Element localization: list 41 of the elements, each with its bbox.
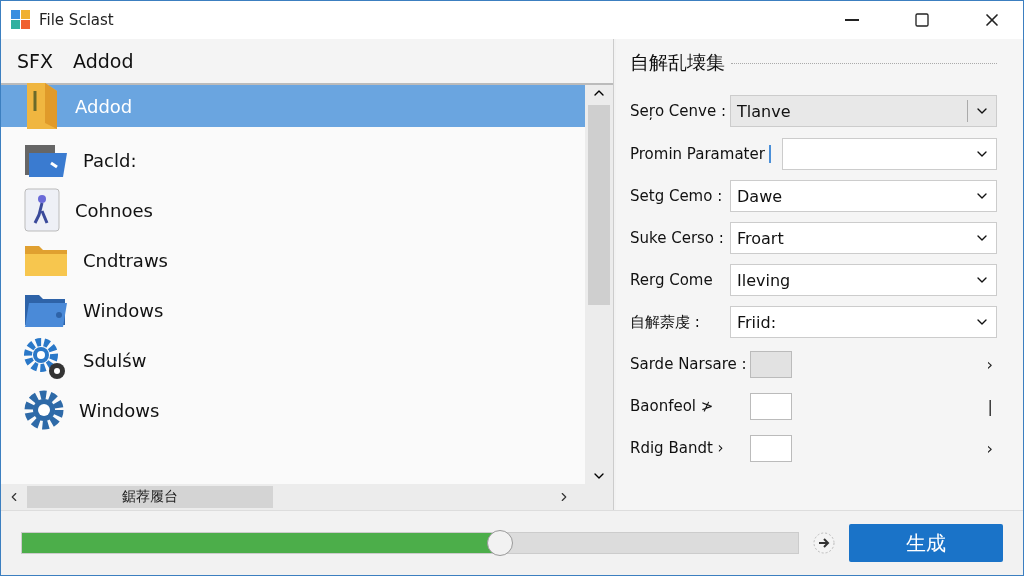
list-item[interactable]: Windows <box>1 385 585 435</box>
dropdown[interactable]: Tlanve <box>730 95 997 127</box>
vertical-scrollbar[interactable] <box>585 85 613 484</box>
list-item[interactable]: Cohnoes <box>1 185 585 235</box>
field-label: Setg Cemo : <box>630 187 724 205</box>
scrollbar-thumb[interactable]: 鋸荐履台 <box>27 486 273 508</box>
dropdown[interactable]: Dawe <box>730 180 997 212</box>
header-text: SFX <box>17 50 53 72</box>
dropdown[interactable] <box>782 138 997 170</box>
field-label: 自解萘虔 : <box>630 312 701 332</box>
panel-title: 自解乱壊集 <box>630 50 725 75</box>
window-title: File Sclast <box>39 11 115 29</box>
dropdown[interactable]: Friid: <box>730 306 997 338</box>
list-item[interactable]: Sdulśw <box>1 335 585 385</box>
minimize-icon <box>845 19 859 21</box>
generate-button[interactable]: 生成 <box>849 524 1003 562</box>
arrow-text[interactable]: | <box>987 396 997 416</box>
field-label: Baonfeol ≯ <box>630 397 715 415</box>
field-label: Suke Cerso : <box>630 229 725 247</box>
input-field[interactable] <box>750 434 792 462</box>
field-label: Promin Paramater <box>630 145 782 163</box>
dropdown[interactable]: Ileving <box>730 264 997 296</box>
list-item[interactable]: Cndtraws <box>1 235 585 285</box>
input-field[interactable] <box>750 392 792 420</box>
person-figure-icon <box>23 187 61 233</box>
maximize-icon <box>914 12 930 28</box>
progress-slider[interactable] <box>21 532 799 554</box>
list-item[interactable]: Windows <box>1 285 585 335</box>
list-item[interactable]: Pacld: <box>1 135 585 185</box>
field-label: Seŗo Cenve : <box>630 102 727 120</box>
arrow-text[interactable]: › <box>986 354 997 374</box>
slider-thumb[interactable] <box>487 530 514 556</box>
app-logo-icon <box>11 10 31 30</box>
header-text: Addod <box>73 50 134 72</box>
arrow-text[interactable]: › <box>986 438 997 458</box>
gear-icon <box>23 389 65 431</box>
dropdown[interactable]: Froart <box>730 222 997 254</box>
input-field[interactable] <box>750 350 792 378</box>
field-label: Rerg Come <box>630 271 714 289</box>
field-label: Sarde Narsare : <box>630 355 748 373</box>
field-label: Rdig Bandt › <box>630 439 725 457</box>
